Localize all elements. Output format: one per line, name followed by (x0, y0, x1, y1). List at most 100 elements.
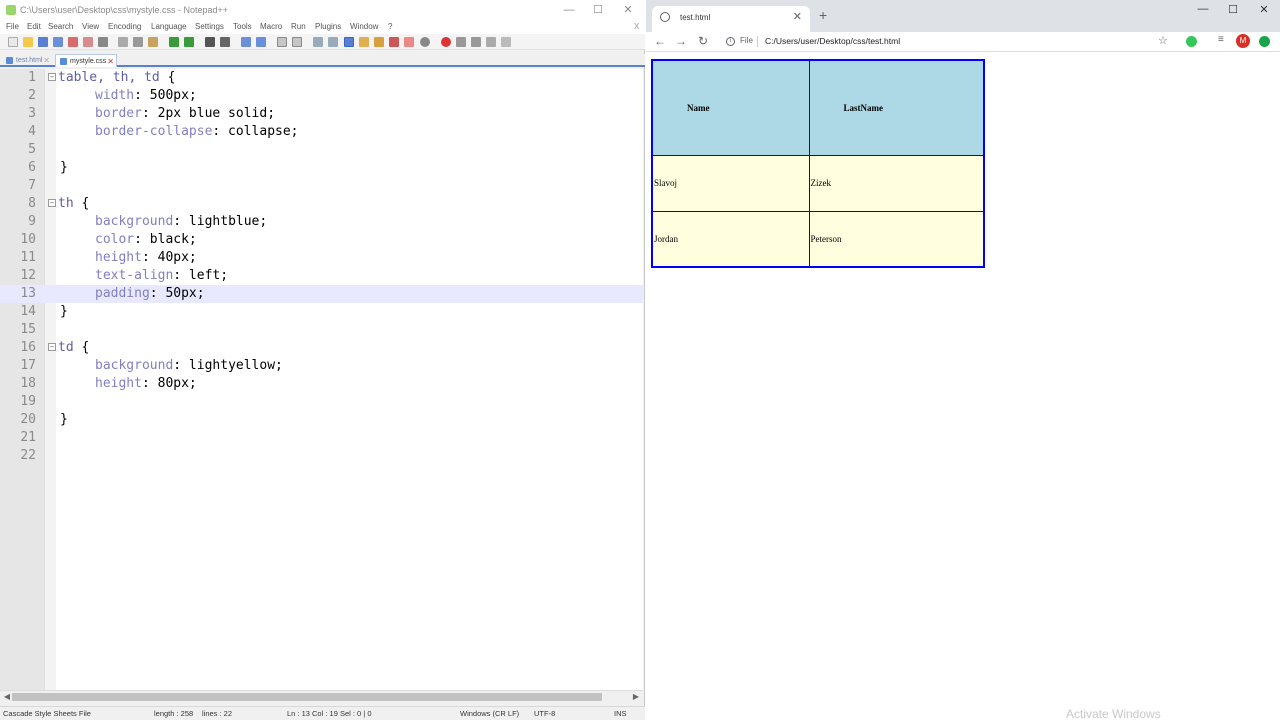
scrollbar-thumb[interactable] (12, 693, 602, 701)
menu-settings[interactable]: Settings (195, 22, 224, 31)
tab-close-icon[interactable]: ✕ (43, 54, 50, 67)
save-all-icon[interactable] (53, 37, 63, 47)
cut-icon[interactable] (118, 37, 128, 47)
user-lang-icon[interactable] (359, 37, 369, 47)
code-line-current[interactable]: 13 padding: 50px; (0, 285, 643, 303)
new-tab-button[interactable]: + (819, 7, 827, 23)
sync-vertical-icon[interactable] (277, 37, 287, 47)
code-line[interactable]: 19 (0, 393, 643, 411)
tab-close-icon[interactable]: ✕ (793, 10, 802, 23)
code-line[interactable]: 16 − td { (0, 339, 643, 357)
monitoring-icon[interactable] (420, 37, 430, 47)
code-line[interactable]: 15 (0, 321, 643, 339)
menu-search[interactable]: Search (48, 22, 73, 31)
bookmark-star-icon[interactable]: ☆ (1158, 34, 1168, 47)
extension-icon[interactable] (1186, 36, 1197, 47)
run-macro-multiple-icon[interactable] (486, 37, 496, 47)
code-line[interactable]: 21 (0, 429, 643, 447)
selector: td (58, 340, 74, 355)
doc-map-icon[interactable] (374, 37, 384, 47)
close-document-button[interactable]: X (634, 22, 639, 31)
zoom-in-icon[interactable] (241, 37, 251, 47)
redo-icon[interactable] (184, 37, 194, 47)
code-line[interactable]: 7 (0, 177, 643, 195)
show-all-chars-icon[interactable] (328, 37, 338, 47)
zoom-out-icon[interactable] (256, 37, 266, 47)
save-icon[interactable] (38, 37, 48, 47)
find-icon[interactable] (205, 37, 215, 47)
tab-mystyle-css[interactable]: mystyle.css ✕ (55, 54, 117, 67)
line-number: 8 (28, 196, 36, 211)
code-line[interactable]: 11 height: 40px; (0, 249, 643, 267)
code-line[interactable]: 22 (0, 447, 643, 465)
paste-icon[interactable] (148, 37, 158, 47)
close-window-button[interactable]: ✕ (1256, 3, 1272, 16)
menu-encoding[interactable]: Encoding (108, 22, 141, 31)
menu-plugins[interactable]: Plugins (315, 22, 341, 31)
extension-icon[interactable] (1259, 36, 1270, 47)
scroll-right-icon[interactable]: ▶ (631, 691, 641, 703)
replace-icon[interactable] (220, 37, 230, 47)
reload-button[interactable]: ↻ (696, 34, 710, 48)
indent-guide-icon[interactable] (344, 37, 354, 47)
code-editor[interactable]: 1− table, th, td { 2 width: 500px; 3 border… (0, 69, 643, 690)
print-icon[interactable] (98, 37, 108, 47)
code-line[interactable]: 20} (0, 411, 643, 429)
menu-view[interactable]: View (82, 22, 99, 31)
menu-run[interactable]: Run (291, 22, 306, 31)
address-bar[interactable]: C:/Users/user/Desktop/css/test.html (765, 36, 900, 46)
code-line[interactable]: 3 border: 2px blue solid; (0, 105, 643, 123)
new-file-icon[interactable] (8, 37, 18, 47)
maximize-button[interactable]: ☐ (1225, 3, 1241, 16)
save-macro-icon[interactable] (501, 37, 511, 47)
menu-window[interactable]: Window (350, 22, 378, 31)
scroll-left-icon[interactable]: ◀ (2, 691, 12, 703)
horizontal-scrollbar[interactable]: ◀ ▶ (0, 690, 643, 702)
profile-avatar[interactable]: M (1236, 34, 1250, 48)
fold-toggle-icon[interactable]: − (48, 73, 56, 81)
code-line[interactable]: 2 width: 500px; (0, 87, 643, 105)
sync-horizontal-icon[interactable] (292, 37, 302, 47)
open-file-icon[interactable] (23, 37, 33, 47)
back-button[interactable]: ← (653, 34, 667, 48)
menu-tools[interactable]: Tools (233, 22, 252, 31)
tab-close-icon[interactable]: ✕ (107, 55, 114, 68)
stop-macro-icon[interactable] (456, 37, 466, 47)
tab-test-html[interactable]: test.html ✕ (2, 54, 52, 67)
folder-workspace-icon[interactable] (404, 37, 414, 47)
close-window-button[interactable]: ✕ (620, 3, 636, 17)
copy-icon[interactable] (133, 37, 143, 47)
code-line[interactable]: 1 − table, th, td { (0, 69, 643, 87)
word-wrap-icon[interactable] (313, 37, 323, 47)
code-line[interactable]: 17 background: lightyellow; (0, 357, 643, 375)
code-line[interactable]: 8 − th { (0, 195, 643, 213)
menu-help[interactable]: ? (388, 22, 392, 31)
menu-language[interactable]: Language (151, 22, 187, 31)
menu-edit[interactable]: Edit (27, 22, 41, 31)
code-line[interactable]: 18 height: 80px; (0, 375, 643, 393)
minimize-button[interactable]: — (1195, 3, 1211, 15)
menu-macro[interactable]: Macro (260, 22, 282, 31)
maximize-button[interactable]: ☐ (590, 3, 606, 17)
undo-icon[interactable] (169, 37, 179, 47)
code-line[interactable]: 6} (0, 159, 643, 177)
code-line[interactable]: 12 text-align: left; (0, 267, 643, 285)
fold-toggle-icon[interactable]: − (48, 343, 56, 351)
record-macro-icon[interactable] (441, 37, 451, 47)
minimize-button[interactable]: — (561, 3, 577, 17)
forward-button[interactable]: → (674, 34, 688, 48)
play-macro-icon[interactable] (471, 37, 481, 47)
info-icon[interactable]: i (726, 37, 735, 46)
menu-file[interactable]: File (6, 22, 19, 31)
code-line[interactable]: 14} (0, 303, 643, 321)
close-icon[interactable] (68, 37, 78, 47)
code-line[interactable]: 4 border-collapse: collapse; (0, 123, 643, 141)
code-line[interactable]: 10 color: black; (0, 231, 643, 249)
code-line[interactable]: 9 background: lightblue; (0, 213, 643, 231)
fold-toggle-icon[interactable]: − (48, 199, 56, 207)
browser-tab[interactable]: test.html ✕ (652, 6, 810, 32)
code-line[interactable]: 5 (0, 141, 643, 159)
extensions-menu-icon[interactable]: ≡ (1218, 34, 1224, 45)
function-list-icon[interactable] (389, 37, 399, 47)
close-all-icon[interactable] (83, 37, 93, 47)
